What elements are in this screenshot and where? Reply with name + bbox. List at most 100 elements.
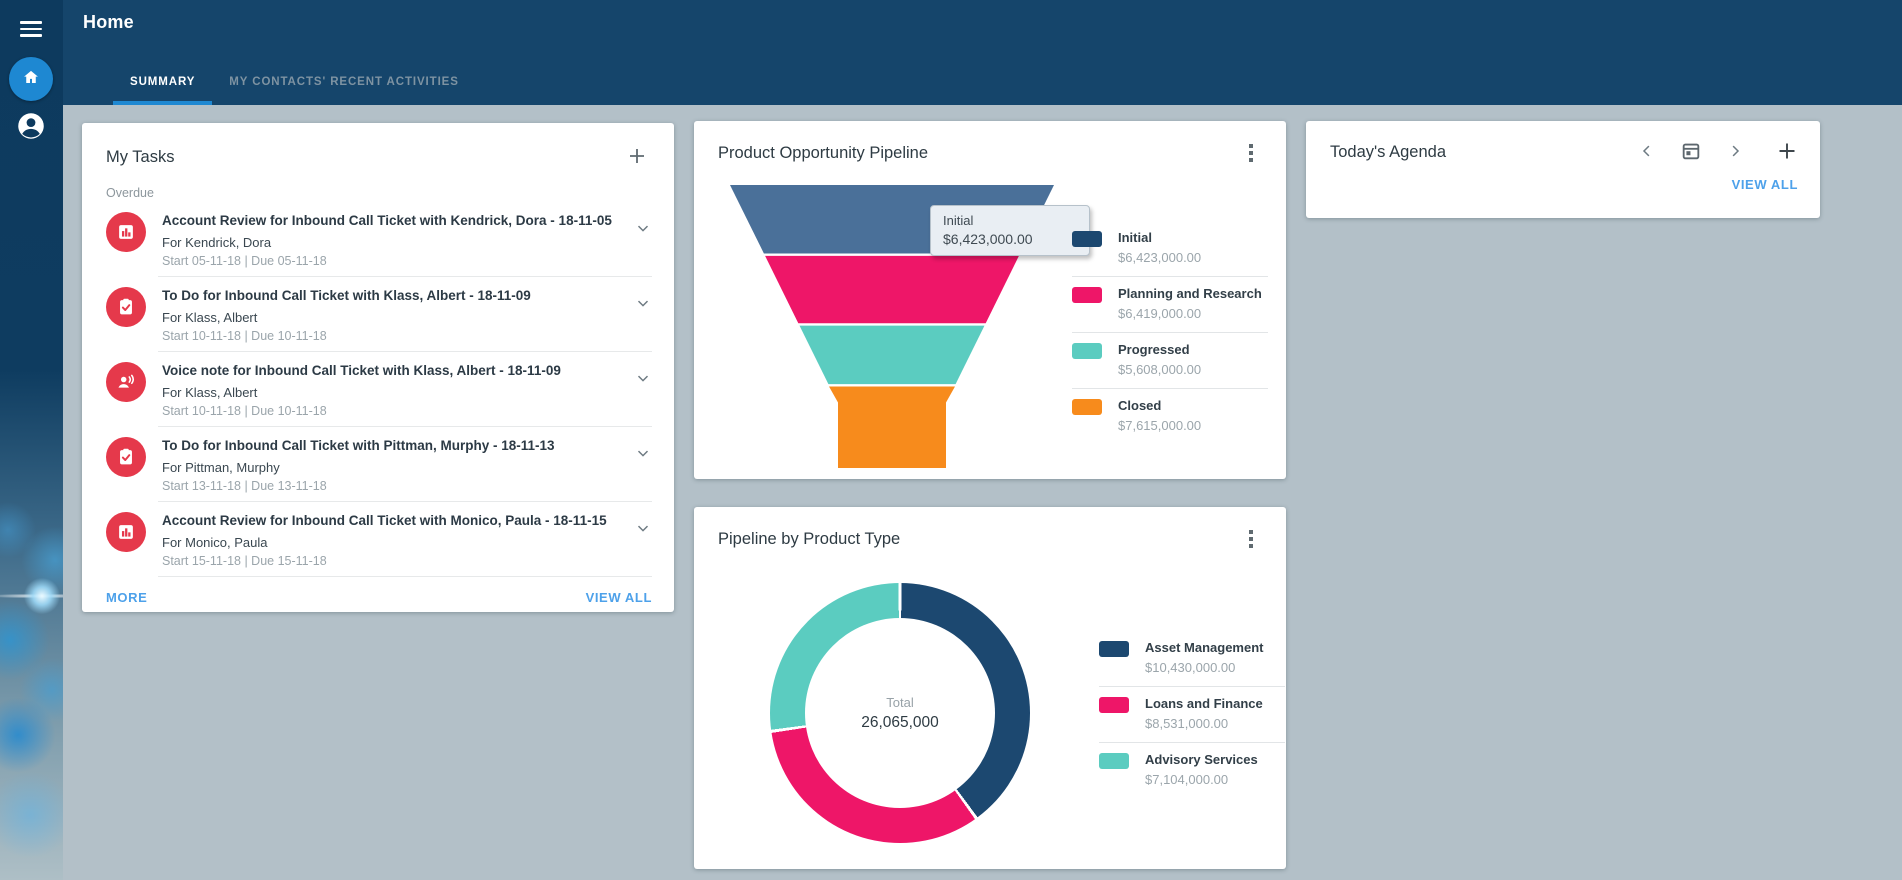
task-for: For Klass, Albert	[162, 310, 531, 325]
sidebar-item-profile[interactable]	[12, 108, 50, 146]
bar-chart-icon	[106, 512, 146, 552]
donut-center: Total 26,065,000	[805, 618, 995, 808]
task-row[interactable]: To Do for Inbound Call Ticket with Klass…	[82, 277, 674, 352]
donut-center-value: 26,065,000	[861, 714, 939, 732]
task-row[interactable]: To Do for Inbound Call Ticket with Pittm…	[82, 427, 674, 502]
tab-bar: SUMMARY MY CONTACTS' RECENT ACTIVITIES	[113, 63, 476, 105]
task-group-label: Overdue	[82, 172, 674, 202]
legend-value: $8,531,000.00	[1145, 716, 1263, 731]
task-title: Account Review for Inbound Call Ticket w…	[162, 212, 612, 229]
tab-label: SUMMARY	[130, 76, 195, 88]
kebab-menu-icon[interactable]	[1238, 526, 1264, 552]
legend-value: $6,419,000.00	[1118, 306, 1262, 321]
task-title: To Do for Inbound Call Ticket with Klass…	[162, 287, 531, 304]
legend-item: Loans and Finance $8,531,000.00	[1099, 687, 1285, 743]
tooltip-value: $6,423,000.00	[943, 231, 1077, 247]
sidebar	[0, 0, 63, 880]
pick-date-button[interactable]	[1676, 137, 1706, 167]
funnel-legend: Initial $6,423,000.00 Planning and Resea…	[1072, 221, 1268, 444]
home-icon	[20, 67, 42, 92]
legend-swatch	[1072, 343, 1102, 359]
task-title: Voice note for Inbound Call Ticket with …	[162, 362, 561, 379]
funnel-card-title: Product Opportunity Pipeline	[718, 144, 1238, 163]
task-row[interactable]: Account Review for Inbound Call Ticket w…	[82, 502, 674, 577]
tab-recent-activities[interactable]: MY CONTACTS' RECENT ACTIVITIES	[212, 63, 476, 105]
expand-task-button[interactable]	[630, 291, 656, 317]
expand-task-button[interactable]	[630, 366, 656, 392]
page-title: Home	[83, 12, 134, 33]
top-bar: Home SUMMARY MY CONTACTS' RECENT ACTIVIT…	[63, 0, 1902, 105]
chevron-down-icon	[634, 519, 652, 540]
view-all-tasks-button[interactable]: VIEW ALL	[586, 590, 652, 605]
donut-center-label: Total	[886, 695, 913, 710]
expand-task-button[interactable]	[630, 216, 656, 242]
donut-card-title: Pipeline by Product Type	[718, 530, 1238, 549]
legend-swatch	[1072, 399, 1102, 415]
pipeline-by-product-card: Pipeline by Product Type Total 26,065,00…	[694, 507, 1286, 869]
legend-label: Progressed	[1118, 342, 1201, 358]
account-circle-icon	[14, 131, 48, 146]
task-row[interactable]: Account Review for Inbound Call Ticket w…	[82, 202, 674, 277]
task-for: For Monico, Paula	[162, 535, 607, 550]
legend-item: Advisory Services $7,104,000.00	[1099, 743, 1285, 798]
clipboard-check-icon	[106, 437, 146, 477]
opportunity-pipeline-card: Product Opportunity Pipeline Initial $6,…	[694, 121, 1286, 479]
plus-icon	[1775, 139, 1799, 166]
legend-label: Closed	[1118, 398, 1201, 414]
task-dates: Start 15-11-18 | Due 15-11-18	[162, 554, 607, 568]
prev-day-button[interactable]	[1632, 137, 1662, 167]
legend-item: Progressed $5,608,000.00	[1072, 333, 1268, 389]
task-title: Account Review for Inbound Call Ticket w…	[162, 512, 607, 529]
add-task-button[interactable]	[622, 142, 652, 172]
todays-agenda-card: Today's Agenda	[1306, 121, 1820, 218]
agenda-card-title: Today's Agenda	[1330, 143, 1632, 162]
task-dates: Start 10-11-18 | Due 10-11-18	[162, 404, 561, 418]
donut-chart[interactable]: Total 26,065,000	[770, 583, 1030, 843]
legend-swatch	[1072, 287, 1102, 303]
next-day-button[interactable]	[1720, 137, 1750, 167]
legend-label: Initial	[1118, 230, 1201, 246]
legend-swatch	[1099, 641, 1129, 657]
legend-label: Advisory Services	[1145, 752, 1258, 768]
legend-item: Closed $7,615,000.00	[1072, 389, 1268, 444]
legend-item: Asset Management $10,430,000.00	[1099, 631, 1285, 687]
more-button[interactable]: MORE	[106, 590, 147, 605]
voice-note-icon	[106, 362, 146, 402]
legend-value: $10,430,000.00	[1145, 660, 1263, 675]
chevron-down-icon	[634, 444, 652, 465]
expand-task-button[interactable]	[630, 441, 656, 467]
task-row[interactable]: Voice note for Inbound Call Ticket with …	[82, 352, 674, 427]
task-title: To Do for Inbound Call Ticket with Pittm…	[162, 437, 555, 454]
bar-chart-icon	[106, 212, 146, 252]
task-for: For Klass, Albert	[162, 385, 561, 400]
chevron-down-icon	[634, 294, 652, 315]
expand-task-button[interactable]	[630, 516, 656, 542]
menu-icon[interactable]	[14, 12, 48, 46]
view-all-agenda-button[interactable]: VIEW ALL	[1732, 177, 1798, 192]
chevron-down-icon	[634, 219, 652, 240]
legend-label: Planning and Research	[1118, 286, 1262, 302]
legend-value: $5,608,000.00	[1118, 362, 1201, 377]
legend-item: Planning and Research $6,419,000.00	[1072, 277, 1268, 333]
chevron-down-icon	[634, 369, 652, 390]
legend-value: $7,104,000.00	[1145, 772, 1258, 787]
sidebar-item-home[interactable]	[9, 57, 53, 101]
task-for: For Pittman, Murphy	[162, 460, 555, 475]
calendar-icon	[1680, 140, 1702, 165]
clipboard-check-icon	[106, 287, 146, 327]
legend-value: $6,423,000.00	[1118, 250, 1201, 265]
my-tasks-title: My Tasks	[106, 148, 622, 167]
funnel-chart[interactable]: Initial $6,423,000.00	[730, 185, 1054, 468]
donut-legend: Asset Management $10,430,000.00 Loans an…	[1099, 631, 1285, 798]
legend-swatch	[1099, 753, 1129, 769]
add-agenda-item-button[interactable]	[1772, 137, 1802, 167]
task-dates: Start 05-11-18 | Due 05-11-18	[162, 254, 612, 268]
plus-icon	[625, 144, 649, 171]
kebab-menu-icon[interactable]	[1238, 140, 1264, 166]
tooltip-label: Initial	[943, 213, 1077, 228]
chevron-left-icon	[1638, 142, 1656, 163]
tab-summary[interactable]: SUMMARY	[113, 63, 212, 105]
task-dates: Start 13-11-18 | Due 13-11-18	[162, 479, 555, 493]
legend-label: Loans and Finance	[1145, 696, 1263, 712]
legend-swatch	[1072, 231, 1102, 247]
